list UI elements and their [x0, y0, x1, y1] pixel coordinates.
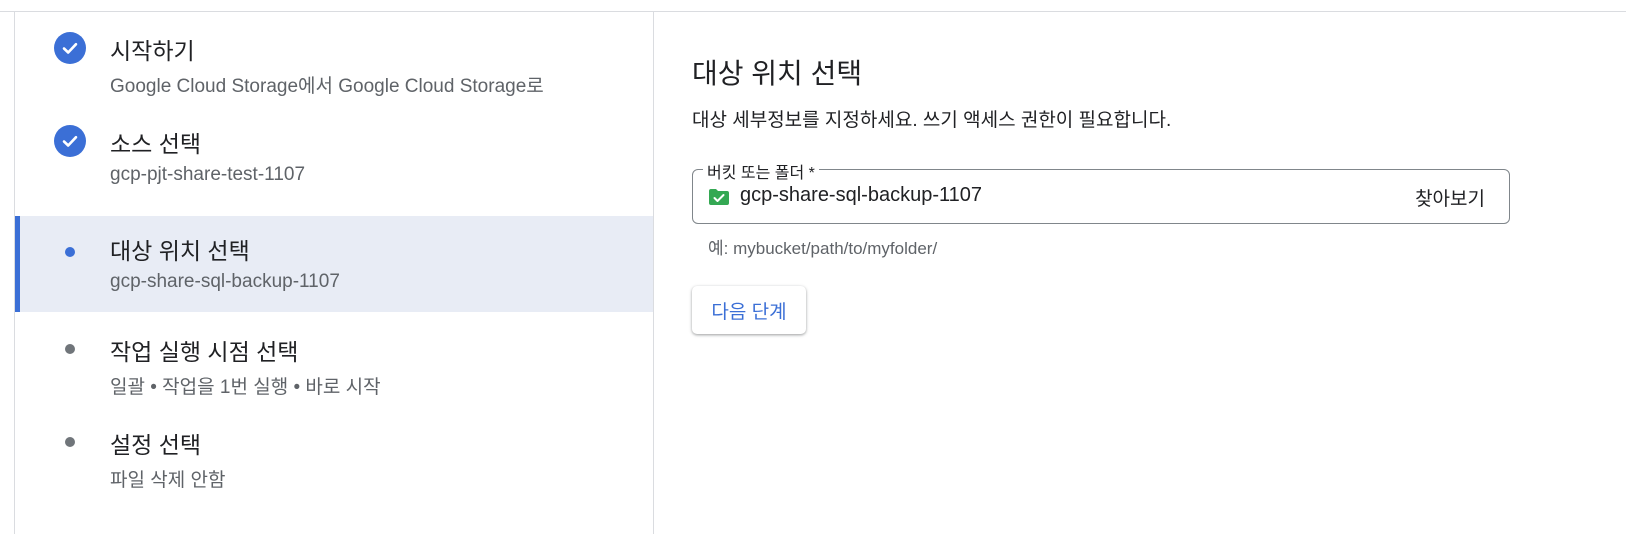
step-title: 작업 실행 시점 선택: [110, 339, 299, 365]
step-title: 대상 위치 선택: [110, 238, 250, 264]
page-description: 대상 세부정보를 지정하세요. 쓰기 액세스 권한이 필요합니다.: [692, 110, 1172, 131]
next-step-button[interactable]: 다음 단계: [692, 286, 806, 334]
check-circle-icon: [54, 125, 86, 157]
step-subtitle: gcp-pjt-share-test-1107: [110, 164, 306, 185]
stepper: 시작하기 Google Cloud Storage에서 Google Cloud…: [15, 12, 653, 534]
destination-panel: 대상 위치 선택 대상 세부정보를 지정하세요. 쓰기 액세스 권한이 필요합니…: [692, 12, 1626, 534]
step-title: 시작하기: [110, 38, 195, 64]
step-subtitle: gcp-share-sql-backup-1107: [110, 271, 340, 292]
step-choose-destination[interactable]: 대상 위치 선택 gcp-share-sql-backup-1107: [15, 216, 653, 312]
panel-divider: [653, 12, 654, 534]
dot-icon: [54, 426, 86, 458]
bucket-field-hint: 예: mybucket/path/to/myfolder/: [708, 239, 938, 258]
bucket-field-value[interactable]: gcp-share-sql-backup-1107: [740, 184, 982, 207]
transfer-wizard: 시작하기 Google Cloud Storage에서 Google Cloud…: [0, 0, 1626, 534]
dot-icon: [54, 236, 86, 268]
dot-icon: [54, 333, 86, 365]
check-circle-icon: [54, 32, 86, 64]
step-title: 설정 선택: [110, 432, 202, 458]
browse-button[interactable]: 찾아보기: [1415, 184, 1485, 211]
step-subtitle: Google Cloud Storage에서 Google Cloud Stor…: [110, 76, 544, 97]
step-subtitle: 파일 삭제 안함: [110, 470, 226, 491]
step-get-started[interactable]: 시작하기 Google Cloud Storage에서 Google Cloud…: [15, 12, 653, 108]
bucket-field[interactable]: 버킷 또는 폴더 * gcp-share-sql-backup-1107 찾아보…: [692, 159, 1510, 224]
step-choose-schedule[interactable]: 작업 실행 시점 선택 일괄 • 작업을 1번 실행 • 바로 시작: [15, 313, 653, 409]
step-title: 소스 선택: [110, 131, 202, 157]
bucket-field-label: 버킷 또는 폴더 *: [703, 159, 819, 183]
step-subtitle: 일괄 • 작업을 1번 실행 • 바로 시작: [110, 377, 381, 398]
page-title: 대상 위치 선택: [692, 58, 863, 89]
step-choose-source[interactable]: 소스 선택 gcp-pjt-share-test-1107: [15, 105, 653, 201]
bucket-check-icon: [708, 188, 730, 206]
step-choose-settings[interactable]: 설정 선택 파일 삭제 안함: [15, 406, 653, 502]
